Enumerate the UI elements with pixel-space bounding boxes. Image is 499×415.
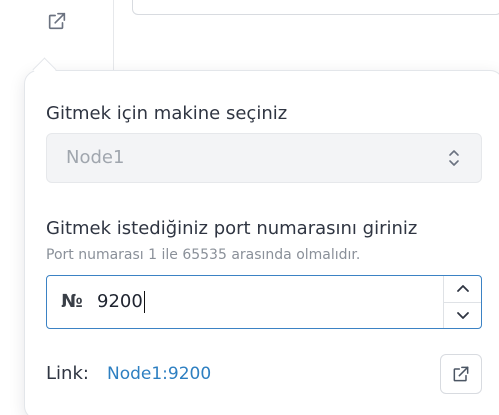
number-prefix-icon: № xyxy=(61,291,83,312)
machine-select[interactable]: Node1 xyxy=(46,133,482,183)
port-hint: Port numarası 1 ile 65535 arasında olmal… xyxy=(46,247,361,263)
chevron-up-down-icon xyxy=(447,148,461,168)
external-link-icon xyxy=(451,364,471,384)
left-rail xyxy=(0,0,114,70)
external-link-icon[interactable] xyxy=(45,9,69,33)
decrement-button[interactable] xyxy=(444,302,481,328)
port-input-value[interactable]: 9200 xyxy=(97,291,145,313)
port-stepper xyxy=(443,276,481,328)
port-label: Gitmek istediğiniz port numarasını girin… xyxy=(46,218,418,239)
app-root: Gitmek için makine seçiniz Node1 Gitmek … xyxy=(0,0,499,415)
machine-select-value: Node1 xyxy=(66,147,125,168)
top-card xyxy=(132,0,499,15)
port-number-input[interactable]: № 9200 xyxy=(46,275,482,329)
link-value[interactable]: Node1:9200 xyxy=(107,364,211,384)
open-link-button[interactable] xyxy=(440,354,482,394)
link-label: Link: xyxy=(46,363,89,384)
increment-button[interactable] xyxy=(444,276,481,303)
chevron-down-icon xyxy=(456,310,470,320)
chevron-up-icon xyxy=(456,284,470,294)
machine-select-label: Gitmek için makine seçiniz xyxy=(46,103,288,124)
